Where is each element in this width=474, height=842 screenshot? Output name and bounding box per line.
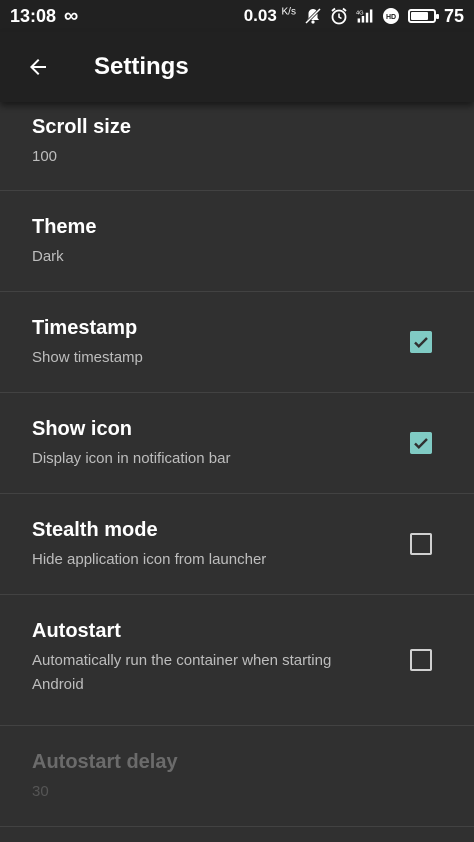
setting-summary: Dark — [32, 248, 64, 265]
setting-title: Scroll size — [32, 116, 131, 138]
settings-list: Scroll size 100 Theme Dark Timestamp Sho… — [0, 102, 474, 827]
check-icon — [414, 438, 428, 450]
status-time: 13:08 — [10, 5, 57, 26]
network-speed: 0.03 K/s — [243, 6, 296, 25]
setting-summary: Hide application icon from launcher — [32, 551, 267, 568]
setting-show-icon[interactable]: Show icon Display icon in notification b… — [0, 393, 474, 494]
app-bar: Settings — [0, 32, 474, 102]
back-button[interactable] — [10, 39, 66, 95]
svg-text:HD: HD — [386, 14, 396, 21]
battery-percent: 75 — [443, 5, 464, 26]
setting-timestamp[interactable]: Timestamp Show timestamp — [0, 292, 474, 393]
page-title: Settings — [94, 53, 189, 80]
setting-scroll-size[interactable]: Scroll size 100 — [0, 102, 474, 191]
setting-summary: 30 — [32, 783, 49, 800]
setting-autostart[interactable]: Autostart Automatically run the containe… — [0, 595, 474, 726]
check-icon — [414, 337, 428, 349]
show-icon-checkbox[interactable] — [410, 432, 432, 454]
setting-summary: Automatically run the container when sta… — [32, 652, 332, 693]
setting-theme[interactable]: Theme Dark — [0, 191, 474, 292]
setting-title: Timestamp — [32, 317, 138, 339]
timestamp-checkbox[interactable] — [410, 331, 432, 353]
setting-title: Theme — [32, 216, 97, 238]
autostart-checkbox[interactable] — [410, 649, 432, 671]
arrow-back-icon — [30, 59, 46, 75]
setting-summary: Show timestamp — [32, 349, 143, 366]
setting-autostart-delay: Autostart delay 30 — [0, 726, 474, 827]
setting-summary: Display icon in notification bar — [32, 450, 231, 467]
setting-summary: 100 — [32, 148, 58, 165]
setting-title: Show icon — [32, 418, 132, 440]
notifications-off-icon — [304, 7, 322, 25]
setting-title: Autostart — [32, 620, 121, 642]
setting-title: Stealth mode — [32, 519, 158, 541]
setting-stealth-mode[interactable]: Stealth mode Hide application icon from … — [0, 494, 474, 595]
stealth-mode-checkbox[interactable] — [410, 533, 432, 555]
status-bar: 13:08 ∞ 0.03 K/s 4G HD 75 — [0, 0, 474, 32]
signal-4g-icon: 4G — [356, 7, 374, 25]
svg-text:4G: 4G — [356, 10, 364, 16]
infinity-icon: ∞ — [64, 4, 79, 27]
setting-title: Autostart delay — [32, 751, 178, 773]
battery-icon — [407, 9, 439, 23]
alarm-icon — [330, 7, 348, 25]
hd-icon: HD — [382, 7, 400, 25]
